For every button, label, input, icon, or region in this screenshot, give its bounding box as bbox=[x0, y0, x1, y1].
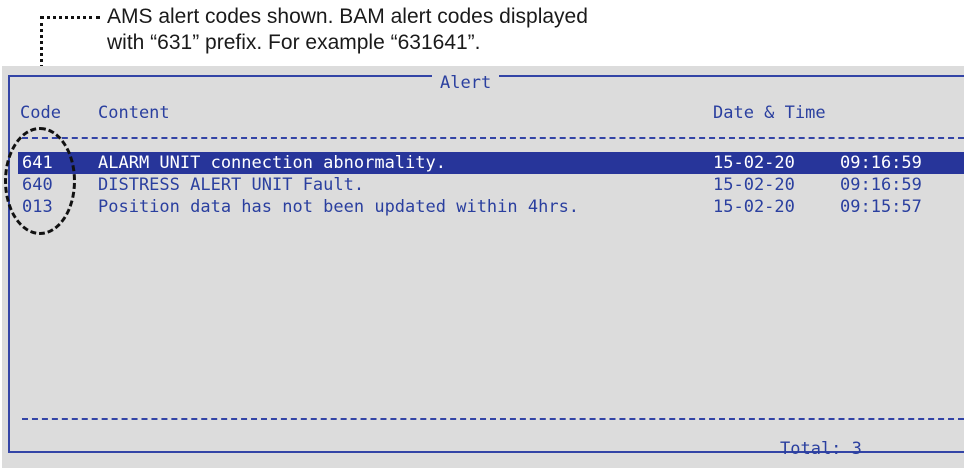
total-count: Total: 3 bbox=[780, 439, 862, 459]
alert-date: 15-02-20 bbox=[713, 197, 795, 217]
alert-code: 013 bbox=[22, 197, 53, 217]
alert-date: 15-02-20 bbox=[713, 175, 795, 195]
alert-content: Position data has not been updated withi… bbox=[98, 197, 580, 217]
alert-row[interactable]: 640 DISTRESS ALERT UNIT Fault. 15-02-20 … bbox=[18, 174, 964, 196]
alert-content: DISTRESS ALERT UNIT Fault. bbox=[98, 175, 365, 195]
alert-row[interactable]: 013 Position data has not been updated w… bbox=[18, 196, 964, 218]
alert-row[interactable]: 641 ALARM UNIT connection abnormality. 1… bbox=[18, 152, 964, 174]
column-header-code: Code bbox=[20, 103, 61, 123]
annotation-line-1: AMS alert codes shown. BAM alert codes d… bbox=[107, 5, 588, 28]
alert-code: 640 bbox=[22, 175, 53, 195]
alert-content: ALARM UNIT connection abnormality. bbox=[98, 153, 446, 173]
alert-time: 09:16:59 bbox=[840, 153, 922, 173]
header-divider bbox=[22, 137, 964, 139]
alert-screen: Alert Code Content Date & Time 641 ALARM… bbox=[2, 66, 964, 468]
alert-time: 09:15:57 bbox=[840, 197, 922, 217]
footer-divider bbox=[22, 418, 964, 420]
alert-time: 09:16:59 bbox=[840, 175, 922, 195]
alert-code: 641 bbox=[22, 153, 53, 173]
column-header-date-time: Date & Time bbox=[713, 103, 826, 123]
alert-list: 641 ALARM UNIT connection abnormality. 1… bbox=[18, 152, 964, 218]
alert-window: Alert Code Content Date & Time 641 ALARM… bbox=[8, 74, 964, 459]
annotation-callout: AMS alert codes shown. BAM alert codes d… bbox=[107, 4, 807, 56]
annotation-line-2: with “631” prefix. For example “631641”. bbox=[107, 31, 481, 54]
leader-line-horizontal bbox=[40, 16, 100, 19]
window-title: Alert bbox=[432, 74, 500, 92]
alert-date: 15-02-20 bbox=[713, 153, 795, 173]
column-header-content: Content bbox=[98, 103, 170, 123]
